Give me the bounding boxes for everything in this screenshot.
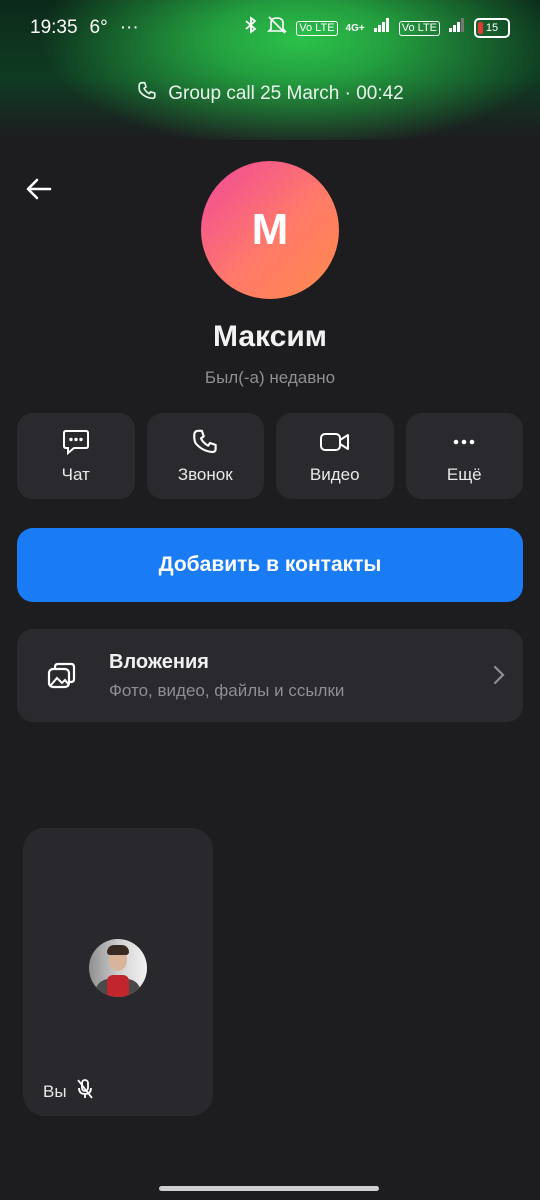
notification-dots: ··· bbox=[119, 17, 139, 38]
phone-icon bbox=[136, 80, 158, 108]
arrow-left-icon bbox=[26, 178, 52, 200]
phone-icon bbox=[193, 429, 217, 454]
home-indicator[interactable] bbox=[159, 1186, 379, 1191]
add-to-contacts-button[interactable]: Добавить в контакты bbox=[17, 528, 523, 602]
signal-icon-2 bbox=[448, 17, 466, 39]
volte-badge: Vo LTE bbox=[296, 20, 338, 36]
bluetooth-icon bbox=[244, 16, 258, 40]
back-button[interactable] bbox=[22, 172, 56, 206]
status-bar: 19:35 6° ··· Vo LTE 4G+ Vo LTE 15 bbox=[0, 0, 540, 56]
battery-level: 15 bbox=[485, 22, 499, 34]
network-type: 4G+ bbox=[345, 22, 365, 34]
call-banner-text: Group call 25 March · 00:42 bbox=[168, 83, 404, 104]
avatar-initial: M bbox=[251, 205, 289, 254]
contact-name: Максим bbox=[213, 320, 327, 353]
self-avatar bbox=[89, 939, 147, 997]
chat-icon bbox=[62, 430, 89, 456]
self-label-row: Вы bbox=[43, 1078, 95, 1105]
call-button[interactable]: Звонок bbox=[146, 413, 264, 499]
self-video-tile[interactable]: Вы bbox=[23, 828, 213, 1116]
more-icon bbox=[453, 439, 475, 445]
attachments-title: Вложения bbox=[109, 651, 209, 673]
video-button[interactable]: Видео bbox=[276, 413, 394, 499]
attachments-subtitle: Фото, видео, файлы и ссылки bbox=[109, 681, 345, 700]
mic-off-icon bbox=[75, 1078, 95, 1105]
clock: 19:35 bbox=[30, 17, 78, 38]
attachments-row[interactable]: Вложения Фото, видео, файлы и ссылки bbox=[17, 629, 523, 722]
add-to-contacts-label: Добавить в контакты bbox=[158, 553, 382, 576]
more-label: Ещё bbox=[446, 465, 482, 484]
self-label: Вы bbox=[43, 1081, 67, 1101]
temperature: 6° bbox=[89, 17, 108, 38]
more-button[interactable]: Ещё bbox=[405, 413, 523, 499]
profile-avatar: M bbox=[201, 161, 339, 299]
chat-button[interactable]: Чат bbox=[17, 413, 135, 499]
call-label: Звонок bbox=[177, 465, 233, 484]
volte-badge-2: Vo LTE bbox=[398, 20, 440, 36]
last-seen-status: Был(-а) недавно bbox=[204, 368, 336, 387]
video-label: Видео bbox=[309, 465, 360, 484]
profile-actions: Чат Звонок Видео Ещё bbox=[17, 413, 523, 499]
chevron-right-icon bbox=[493, 665, 505, 690]
active-call-banner[interactable]: Group call 25 March · 00:42 bbox=[0, 80, 540, 108]
chat-label: Чат bbox=[61, 465, 90, 484]
video-icon bbox=[319, 433, 349, 451]
signal-icon bbox=[373, 17, 391, 39]
mute-icon bbox=[266, 15, 288, 41]
battery-icon: 15 bbox=[474, 18, 510, 38]
gallery-icon bbox=[45, 659, 79, 698]
